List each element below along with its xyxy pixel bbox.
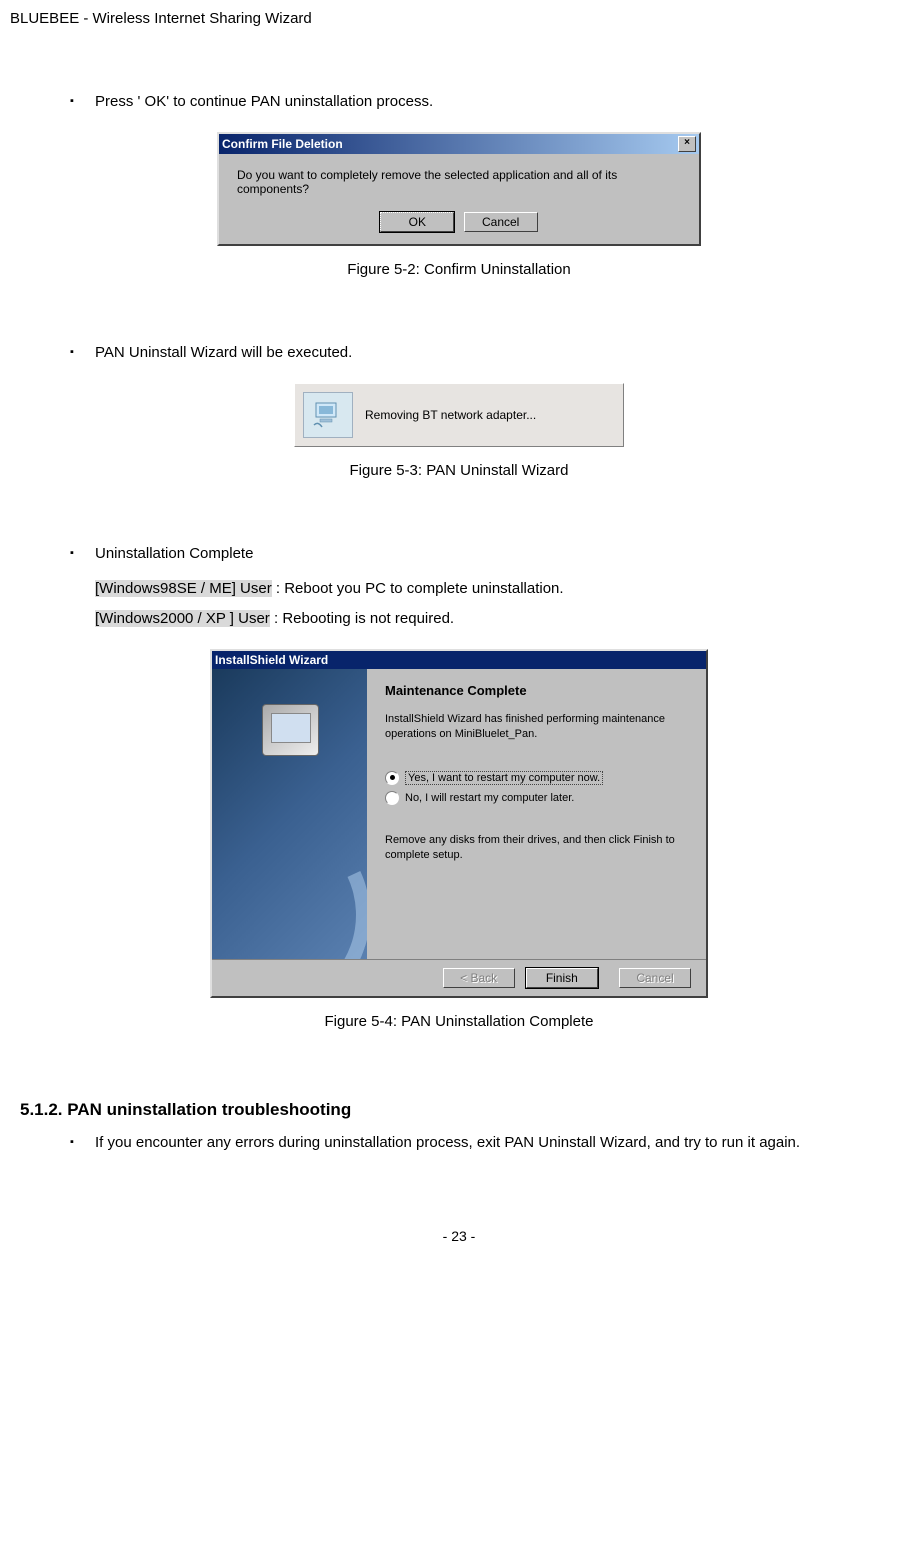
- uninstall-complete-text: Uninstallation Complete: [95, 545, 253, 562]
- confirm-dialog: Confirm File Deletion × Do you want to c…: [217, 132, 701, 246]
- radio-icon-selected: [385, 771, 399, 785]
- win2k-user-text: : Rebooting is not required.: [270, 610, 454, 627]
- win98-user-label: [Windows98SE / ME] User: [95, 580, 272, 597]
- computer-icon: [303, 392, 353, 438]
- figure-caption-5-2: Figure 5-2: Confirm Uninstallation: [40, 261, 878, 278]
- page-number: - 23 -: [40, 1228, 878, 1244]
- bullet-uninstall-complete: Uninstallation Complete: [70, 539, 878, 569]
- installshield-wizard-dialog: InstallShield Wizard Maintenance Complet…: [210, 649, 708, 998]
- figure-caption-5-4: Figure 5-4: PAN Uninstallation Complete: [40, 1013, 878, 1030]
- confirm-title-text: Confirm File Deletion: [222, 137, 343, 151]
- radio-restart-later[interactable]: No, I will restart my computer later.: [385, 791, 686, 805]
- radio-restart-now[interactable]: Yes, I want to restart my computer now.: [385, 771, 686, 785]
- close-icon[interactable]: ×: [678, 136, 696, 152]
- figure-caption-5-3: Figure 5-3: PAN Uninstall Wizard: [40, 462, 878, 479]
- back-button: < Back: [443, 968, 515, 988]
- wizard-cancel-button: Cancel: [619, 968, 691, 988]
- section-heading-5-1-2: 5.1.2. PAN uninstallation troubleshootin…: [20, 1100, 878, 1120]
- wizard-paragraph: InstallShield Wizard has finished perfor…: [385, 712, 686, 743]
- bullet-press-ok: Press ' OK' to continue PAN uninstallati…: [70, 87, 878, 117]
- win2k-user-label: [Windows2000 / XP ] User: [95, 610, 270, 627]
- radio-icon-unselected: [385, 791, 399, 805]
- cancel-button[interactable]: Cancel: [464, 212, 538, 232]
- wizard-titlebar: InstallShield Wizard: [212, 651, 706, 669]
- progress-dialog: Removing BT network adapter...: [294, 383, 624, 447]
- win98-user-text: : Reboot you PC to complete uninstallati…: [272, 580, 564, 597]
- ok-button[interactable]: OK: [380, 212, 454, 232]
- doc-header: BLUEBEE - Wireless Internet Sharing Wiza…: [10, 10, 878, 27]
- progress-text: Removing BT network adapter...: [365, 408, 536, 422]
- confirm-titlebar: Confirm File Deletion ×: [219, 134, 699, 154]
- radio-restart-later-label: No, I will restart my computer later.: [405, 792, 574, 804]
- wizard-title-text: InstallShield Wizard: [215, 653, 328, 667]
- bullet-troubleshooting: If you encounter any errors during unins…: [70, 1128, 878, 1158]
- wizard-sidebar-image: [212, 669, 367, 959]
- radio-restart-now-label: Yes, I want to restart my computer now.: [405, 771, 603, 785]
- wizard-heading: Maintenance Complete: [385, 683, 686, 698]
- finish-button[interactable]: Finish: [526, 968, 598, 988]
- bullet-wizard-executed: PAN Uninstall Wizard will be executed.: [70, 338, 878, 368]
- wizard-paragraph-2: Remove any disks from their drives, and …: [385, 833, 686, 864]
- confirm-message: Do you want to completely remove the sel…: [237, 168, 681, 196]
